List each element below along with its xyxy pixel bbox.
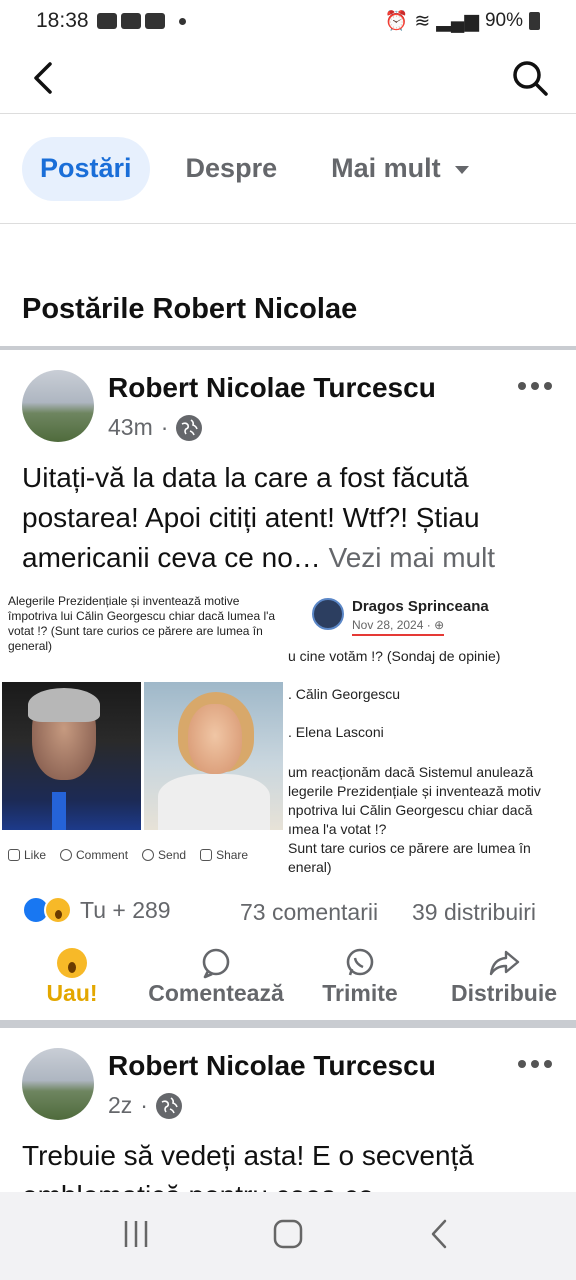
share-button[interactable]: Distribuie — [432, 946, 576, 1018]
like-icon — [8, 849, 20, 861]
clock: 18:38 — [36, 9, 89, 32]
comment-icon — [60, 849, 73, 861]
man-photo — [2, 682, 141, 830]
embedded-like: Like — [8, 848, 46, 862]
more-options-icon[interactable] — [518, 1054, 554, 1074]
profile-tabs: Postări Despre Mai mult — [0, 114, 576, 224]
comment-label: Comentează — [148, 980, 284, 1006]
send-icon — [142, 849, 155, 861]
status-bar: 18:38 ⏰ ≋ ▂▄▆ 90% — [0, 0, 576, 42]
embedded-comment: Comment — [60, 848, 128, 862]
section-title: Postările Robert Nicolae — [22, 293, 358, 325]
post-body: Trebuie să vedeți asta! E o secvență emb… — [22, 1140, 474, 1192]
avatar[interactable] — [22, 1048, 94, 1120]
share-label: Distribuie — [450, 980, 558, 1006]
screenshot-left: Alegerile Prezidențiale și inventează mo… — [0, 592, 286, 880]
youtube-icon — [120, 13, 141, 29]
globe-icon — [176, 414, 203, 441]
wow-label: Uau! — [46, 980, 98, 1006]
tab-more[interactable]: Mai mult — [313, 137, 487, 201]
whatsapp-icon — [344, 946, 376, 980]
calendar-icon — [144, 13, 165, 29]
post-author[interactable]: Robert Nicolae Turcescu — [108, 372, 436, 404]
alarm-icon: ⏰ — [384, 11, 409, 32]
post-header: Robert Nicolae Turcescu 2z · — [0, 1048, 576, 1132]
embedded-author: Dragos Sprinceana — [352, 598, 489, 615]
home-icon[interactable] — [271, 1217, 305, 1256]
embedded-line: ımea l'a votat !? — [288, 821, 387, 837]
send-button[interactable]: Trimite — [288, 946, 432, 1018]
woman-photo — [144, 682, 283, 830]
post-stats: Tu + 289 73 comentarii 39 distribuiri — [0, 882, 576, 942]
screenshot-right: Dragos Sprinceana Nov 28, 2024 · ⊕ u cin… — [286, 592, 576, 880]
youtube-icon — [96, 13, 117, 29]
post-time[interactable]: 43m — [108, 414, 153, 441]
share-icon — [200, 849, 213, 861]
wow-reaction-icon — [57, 948, 87, 978]
embedded-share: Share — [200, 848, 248, 862]
avatar — [312, 598, 344, 630]
more-options-icon[interactable] — [518, 376, 554, 396]
system-status: ⏰ ≋ ▂▄▆ 90% — [385, 9, 540, 33]
reactions-count: Tu + 289 — [80, 896, 171, 923]
separator-dot: · — [140, 1092, 148, 1118]
post-author[interactable]: Robert Nicolae Turcescu — [108, 1050, 436, 1082]
chevron-down-icon — [454, 165, 469, 174]
post-header: Robert Nicolae Turcescu 43m · — [0, 370, 576, 454]
wow-button[interactable]: Uau! — [0, 946, 144, 1018]
signal-icon: ▂▄▆ — [436, 10, 479, 32]
embedded-line: npotriva lui Călin Georgescu chiar dacă — [288, 802, 533, 818]
back-icon[interactable] — [423, 1217, 457, 1256]
top-nav — [0, 42, 576, 114]
post-image[interactable]: Alegerile Prezidențiale și inventează mo… — [0, 592, 576, 880]
embedded-line: eneral) — [288, 859, 332, 875]
embedded-line: u cine votăm !? (Sondaj de opinie) — [288, 648, 501, 664]
separator-dot: · — [160, 414, 169, 440]
battery-icon — [529, 12, 540, 30]
back-arrow-icon[interactable] — [26, 58, 66, 98]
comments-count[interactable]: 73 comentarii — [240, 899, 378, 926]
tab-posts[interactable]: Postări — [22, 136, 150, 201]
wifi-icon: ≋ — [414, 10, 431, 32]
post-meta: 2z · — [108, 1092, 182, 1119]
comment-button[interactable]: Comentează — [144, 946, 288, 1018]
embedded-date: Nov 28, 2024 · ⊕ — [352, 618, 445, 636]
post-text: Uitați-vă la data la care a fost făcută … — [22, 458, 562, 578]
see-more-link[interactable]: Vezi mai mult — [329, 542, 496, 573]
post-text: Trebuie să vedeți asta! E o secvență emb… — [22, 1136, 562, 1192]
post-actions: Uau! Comentează Trimite Distribuie — [0, 946, 576, 1018]
more-notifications-icon — [178, 17, 186, 25]
embedded-line: um reacționăm dacă Sistemul anulează — [288, 764, 534, 780]
shares-count[interactable]: 39 distribuiri — [412, 899, 536, 926]
share-icon — [488, 946, 520, 980]
post-meta: 43m · — [108, 414, 203, 441]
embedded-line: . Elena Lasconi — [288, 724, 384, 740]
tab-about[interactable]: Despre — [168, 137, 296, 201]
avatar[interactable] — [22, 370, 94, 442]
divider — [0, 346, 576, 350]
notification-icons — [96, 13, 186, 29]
battery-level: 90% — [484, 10, 523, 31]
embedded-line: . Călin Georgescu — [288, 686, 401, 702]
recent-apps-icon[interactable] — [119, 1217, 153, 1256]
embedded-line: legerile Prezidențiale și inventează mot… — [288, 783, 541, 799]
embedded-send: Send — [142, 848, 186, 862]
image-caption: Alegerile Prezidențiale și inventează mo… — [8, 594, 276, 653]
comment-icon — [200, 946, 232, 980]
reactions-summary[interactable]: Tu + 289 — [22, 896, 171, 924]
send-label: Trimite — [322, 980, 398, 1006]
globe-icon — [155, 1092, 182, 1119]
system-nav-bar — [0, 1192, 576, 1280]
embedded-line: Sunt tare curios ce părere are lumea în — [288, 840, 531, 856]
divider — [0, 1020, 576, 1028]
post-time[interactable]: 2z — [108, 1092, 132, 1119]
wow-reaction-icon — [44, 896, 72, 924]
embedded-actions: Like Comment Send Share — [8, 848, 248, 862]
search-icon[interactable] — [510, 58, 550, 98]
